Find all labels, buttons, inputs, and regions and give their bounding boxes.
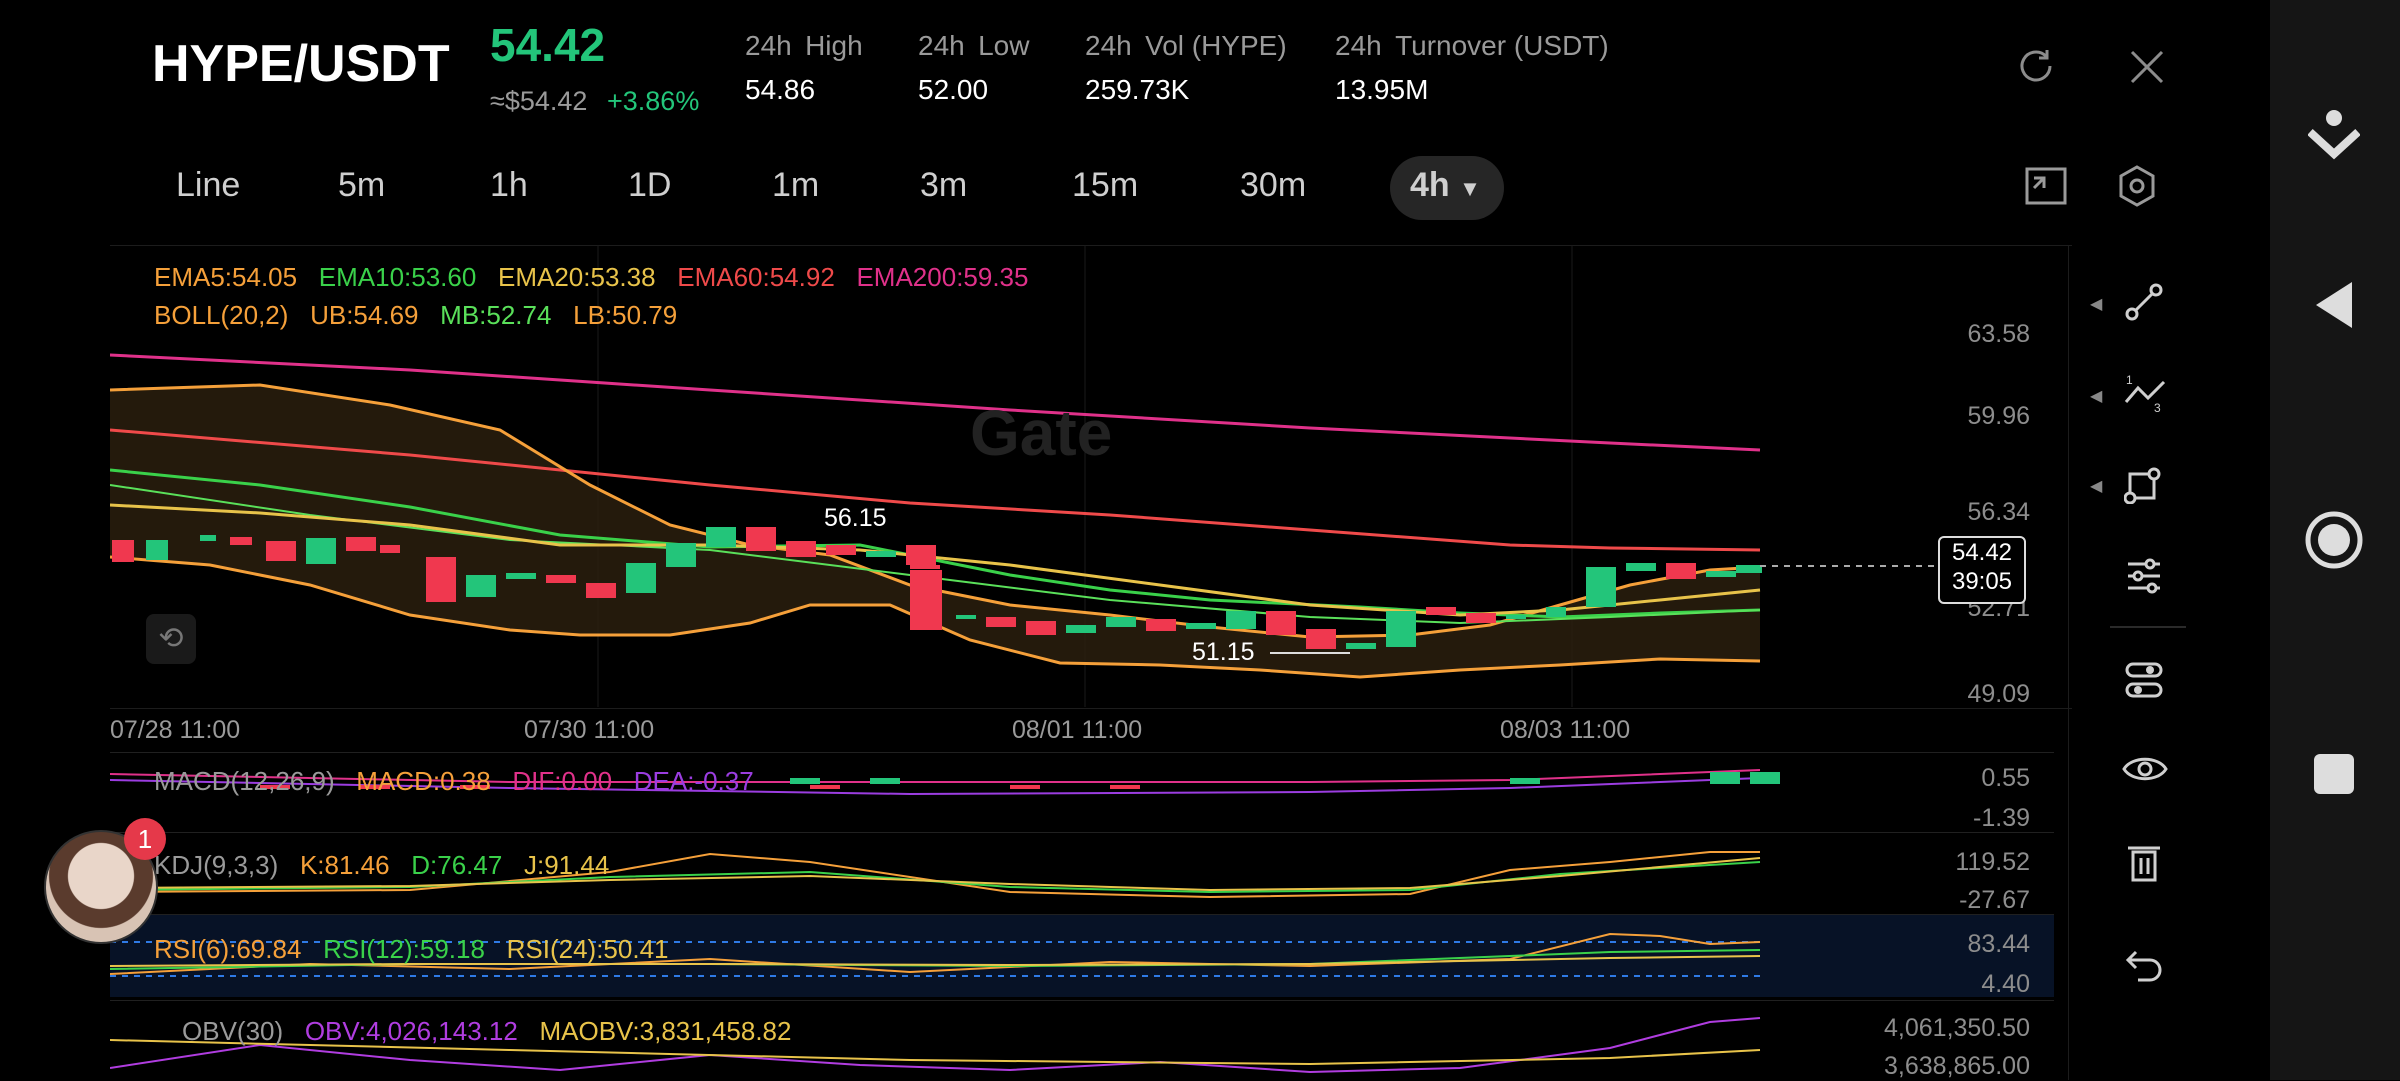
kdj-legend: KDJ(9,3,3) K:81.46 D:76.47 J:91.44: [154, 850, 610, 880]
tf-30m[interactable]: 30m: [1240, 166, 1306, 205]
fullscreen-icon[interactable]: [2024, 166, 2068, 206]
price-axis-3: 56.34: [1967, 498, 2030, 526]
tf-1m[interactable]: 1m: [772, 166, 819, 205]
high-annotation: 56.15: [824, 504, 887, 532]
close-icon[interactable]: [2128, 48, 2166, 86]
notification-badge: 1: [124, 818, 166, 860]
kdj-axis-1: 119.52: [1955, 848, 2030, 876]
price-axis-2: 59.96: [1967, 402, 2030, 430]
obv-axis-1: 4,061,350.50: [1884, 1014, 2030, 1042]
usd-price: ≈$54.42: [490, 86, 588, 116]
pair-title[interactable]: HYPE/USDT: [152, 34, 450, 94]
toolbar-divider: [2110, 626, 2186, 628]
date-label-1: 07/28 11:00: [110, 716, 241, 744]
draw-settings-icon[interactable]: [2124, 660, 2164, 700]
tf-5m[interactable]: 5m: [338, 166, 385, 205]
shape-icon[interactable]: [2124, 464, 2164, 504]
tf-15m[interactable]: 15m: [1072, 166, 1138, 205]
settings-icon[interactable]: [2116, 164, 2158, 208]
svg-text:3: 3: [2154, 401, 2161, 414]
stat-low: 24h Low 52.00: [918, 30, 1030, 105]
kdj-axis-2: -27.67: [1959, 886, 2030, 914]
rsi-axis-2: 4.40: [1981, 970, 2030, 998]
stat-turnover: 24h Turnover (USDT) 13.95M: [1335, 30, 1609, 105]
stat-volume: 24h Vol (HYPE) 259.73K: [1085, 30, 1287, 105]
chart-drag-icon[interactable]: ⟲: [146, 614, 196, 664]
tf-3m[interactable]: 3m: [920, 166, 967, 205]
recents-icon[interactable]: [2312, 752, 2356, 796]
fib-icon[interactable]: 13: [2124, 372, 2166, 414]
ema-legend: EMA5:54.05 EMA10:53.60 EMA20:53.38 EMA60…: [154, 262, 1029, 292]
home-icon[interactable]: [2304, 510, 2364, 570]
current-price-tag: 54.42 39:05: [1938, 536, 2026, 604]
watermark-logo: Gate: [970, 397, 1113, 469]
undo-icon[interactable]: [2124, 948, 2164, 984]
macd-legend: MACD(12,26,9) MACD:0.38 DIF:0.00 DEA:-0.…: [154, 766, 754, 796]
boll-band-fill: [110, 385, 1760, 677]
tf-1h[interactable]: 1h: [490, 166, 528, 205]
svg-text:1: 1: [2126, 373, 2133, 387]
accessibility-icon[interactable]: [2308, 108, 2360, 164]
rsi-axis-1: 83.44: [1967, 930, 2030, 958]
tf-line[interactable]: Line: [176, 166, 240, 205]
date-label-2: 07/30 11:00: [524, 716, 655, 744]
date-label-4: 08/03 11:00: [1500, 716, 1631, 744]
obv-legend: OBV(30) OBV:4,026,143.12 MAOBV:3,831,458…: [182, 1016, 792, 1046]
last-price: 54.42: [490, 19, 606, 71]
low-annotation: 51.15: [1192, 638, 1255, 666]
price-change: +3.86%: [607, 86, 700, 116]
price-axis-1: 63.58: [1967, 320, 2030, 348]
tf-4h[interactable]: 4h ▼: [1410, 166, 1481, 205]
macd-axis-2: -1.39: [1973, 804, 2030, 832]
back-icon[interactable]: [2312, 280, 2356, 330]
tf-1d[interactable]: 1D: [628, 166, 671, 205]
trend-line-icon[interactable]: [2124, 282, 2164, 322]
trash-icon[interactable]: [2126, 842, 2162, 882]
eye-icon[interactable]: [2122, 752, 2168, 786]
refresh-icon[interactable]: [2014, 44, 2058, 88]
rsi-legend: RSI(6):69.84 RSI(12):59.18 RSI(24):50.41: [154, 934, 669, 964]
boll-legend: BOLL(20,2) UB:54.69 MB:52.74 LB:50.79: [154, 300, 678, 330]
chevron-down-icon: ▼: [1459, 176, 1481, 201]
date-label-3: 08/01 11:00: [1012, 716, 1143, 744]
indicator-settings-icon[interactable]: [2124, 556, 2164, 596]
stat-high: 24h High 54.86: [745, 30, 863, 105]
obv-axis-2: 3,638,865.00: [1884, 1052, 2030, 1080]
expand-arrow-icon: ◀: [2090, 388, 2103, 405]
expand-arrow-icon: ◀: [2090, 478, 2103, 495]
macd-axis-1: 0.55: [1981, 764, 2030, 792]
price-axis-5: 49.09: [1967, 680, 2030, 708]
expand-arrow-icon: ◀: [2090, 296, 2103, 313]
